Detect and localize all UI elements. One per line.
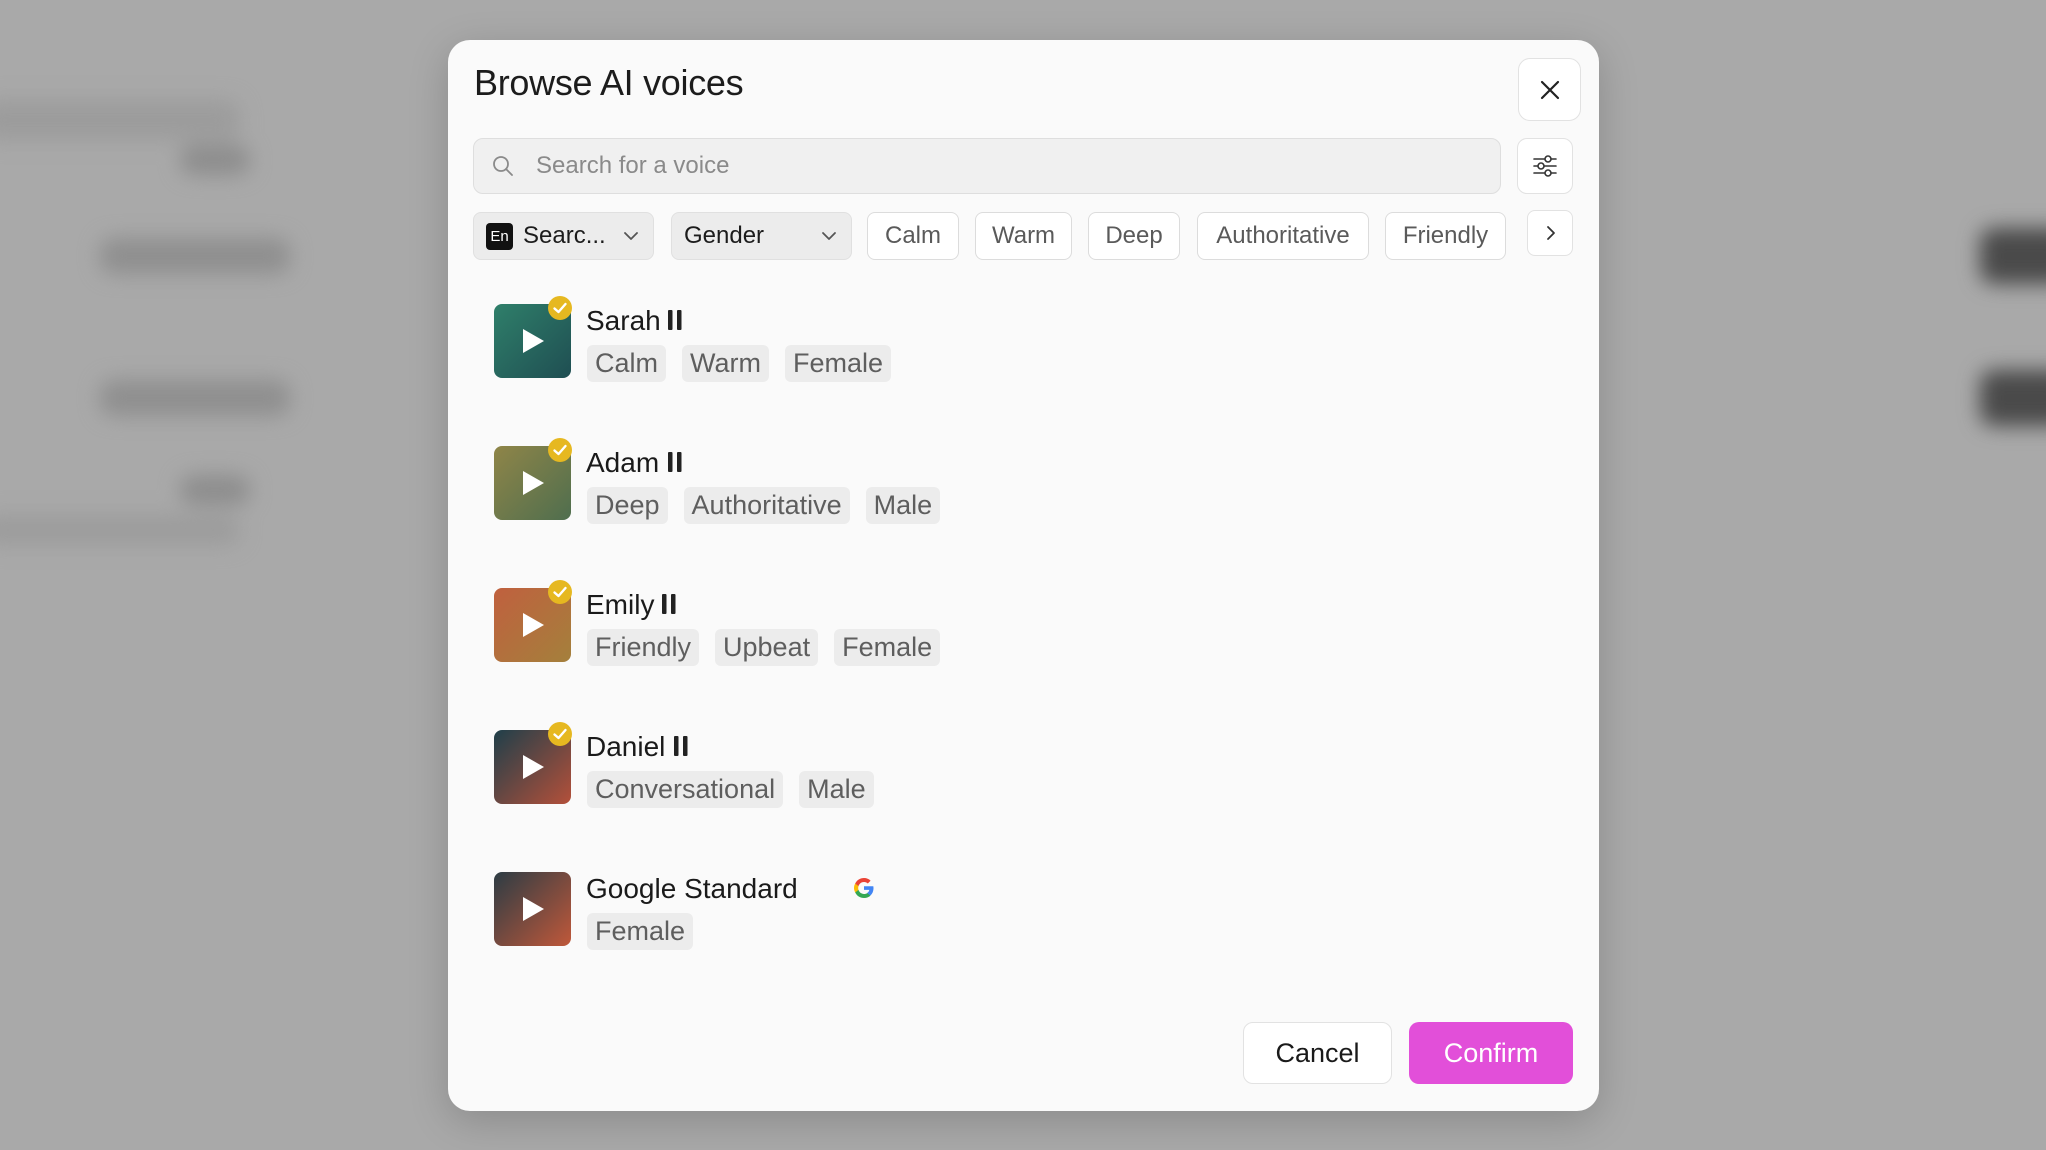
voice-name: Daniel [586, 731, 666, 762]
browse-voices-dialog: Browse AI voices En Searc... Gender [448, 40, 1599, 1111]
voice-name: Adam [586, 447, 660, 478]
voice-tag: Warm [682, 345, 769, 382]
voice-tags: Female [587, 913, 694, 950]
pause-icon[interactable] [666, 451, 684, 473]
advanced-filter-button[interactable] [1517, 138, 1573, 194]
play-icon [522, 755, 544, 779]
play-icon [522, 471, 544, 495]
voice-tag: Female [587, 913, 694, 950]
voice-name: Sarah [586, 305, 661, 336]
close-icon [1540, 80, 1559, 99]
close-button[interactable] [1518, 58, 1581, 121]
voice-tag: Conversational [587, 771, 784, 808]
voice-tag: Authoritative [683, 487, 850, 524]
search-input[interactable] [536, 152, 1436, 180]
play-icon [522, 897, 544, 921]
voice-name: Google Standard [586, 873, 798, 904]
filter-chip-authoritative[interactable]: Authoritative [1197, 212, 1369, 260]
gender-dropdown[interactable]: Gender [671, 212, 852, 260]
filter-chip-warm[interactable]: Warm [975, 212, 1072, 260]
filter-chip-calm[interactable]: Calm [867, 212, 959, 260]
voice-item-emily[interactable]: Emily Friendly Upbeat Female [494, 571, 1534, 671]
gender-dropdown-label: Gender [684, 222, 765, 249]
verified-icon [548, 722, 572, 746]
sliders-icon [1533, 155, 1557, 177]
filter-chip-deep[interactable]: Deep [1088, 212, 1180, 260]
filter-chip-friendly[interactable]: Friendly [1385, 212, 1506, 260]
voice-tags: Deep Authoritative Male [587, 487, 941, 524]
chevron-down-icon [822, 232, 836, 240]
cancel-button[interactable]: Cancel [1243, 1022, 1392, 1084]
voice-item-daniel[interactable]: Daniel Conversational Male [494, 713, 1534, 813]
voice-tag: Female [785, 345, 892, 382]
play-preview-button[interactable] [494, 872, 571, 946]
voice-tag: Female [834, 629, 941, 666]
play-icon [522, 329, 544, 353]
verified-icon [548, 438, 572, 462]
voice-tag: Friendly [587, 629, 700, 666]
chevron-down-icon [624, 232, 638, 240]
voice-tag: Calm [587, 345, 667, 382]
voice-item-sarah[interactable]: Sarah Calm Warm Female [494, 287, 1534, 387]
pause-icon[interactable] [672, 735, 690, 757]
confirm-button[interactable]: Confirm [1409, 1022, 1573, 1084]
pause-icon[interactable] [666, 309, 684, 331]
voice-item-adam[interactable]: Adam Deep Authoritative Male [494, 429, 1534, 529]
play-icon [522, 613, 544, 637]
verified-icon [548, 296, 572, 320]
voice-tags: Conversational Male [587, 771, 874, 808]
pause-icon[interactable] [660, 593, 678, 615]
voice-tag: Deep [587, 487, 668, 524]
search-field[interactable] [473, 138, 1501, 194]
voice-name: Emily [586, 589, 655, 620]
verified-icon [548, 580, 572, 604]
language-dropdown[interactable]: En Searc... [473, 212, 654, 260]
chips-scroll-next-button[interactable] [1527, 210, 1573, 256]
voice-tags: Calm Warm Female [587, 345, 892, 382]
google-icon [854, 878, 874, 898]
voice-item-google-standard[interactable]: Google Standard Female [494, 855, 1534, 955]
dialog-title: Browse AI voices [474, 62, 744, 103]
voice-tags: Friendly Upbeat Female [587, 629, 941, 666]
language-dropdown-label: Searc... [523, 222, 606, 249]
language-badge: En [486, 222, 513, 250]
voice-tag: Male [799, 771, 874, 808]
chevron-right-icon [1547, 226, 1555, 240]
voice-tag: Male [865, 487, 941, 524]
voice-tag: Upbeat [715, 629, 819, 666]
search-icon [493, 156, 513, 176]
